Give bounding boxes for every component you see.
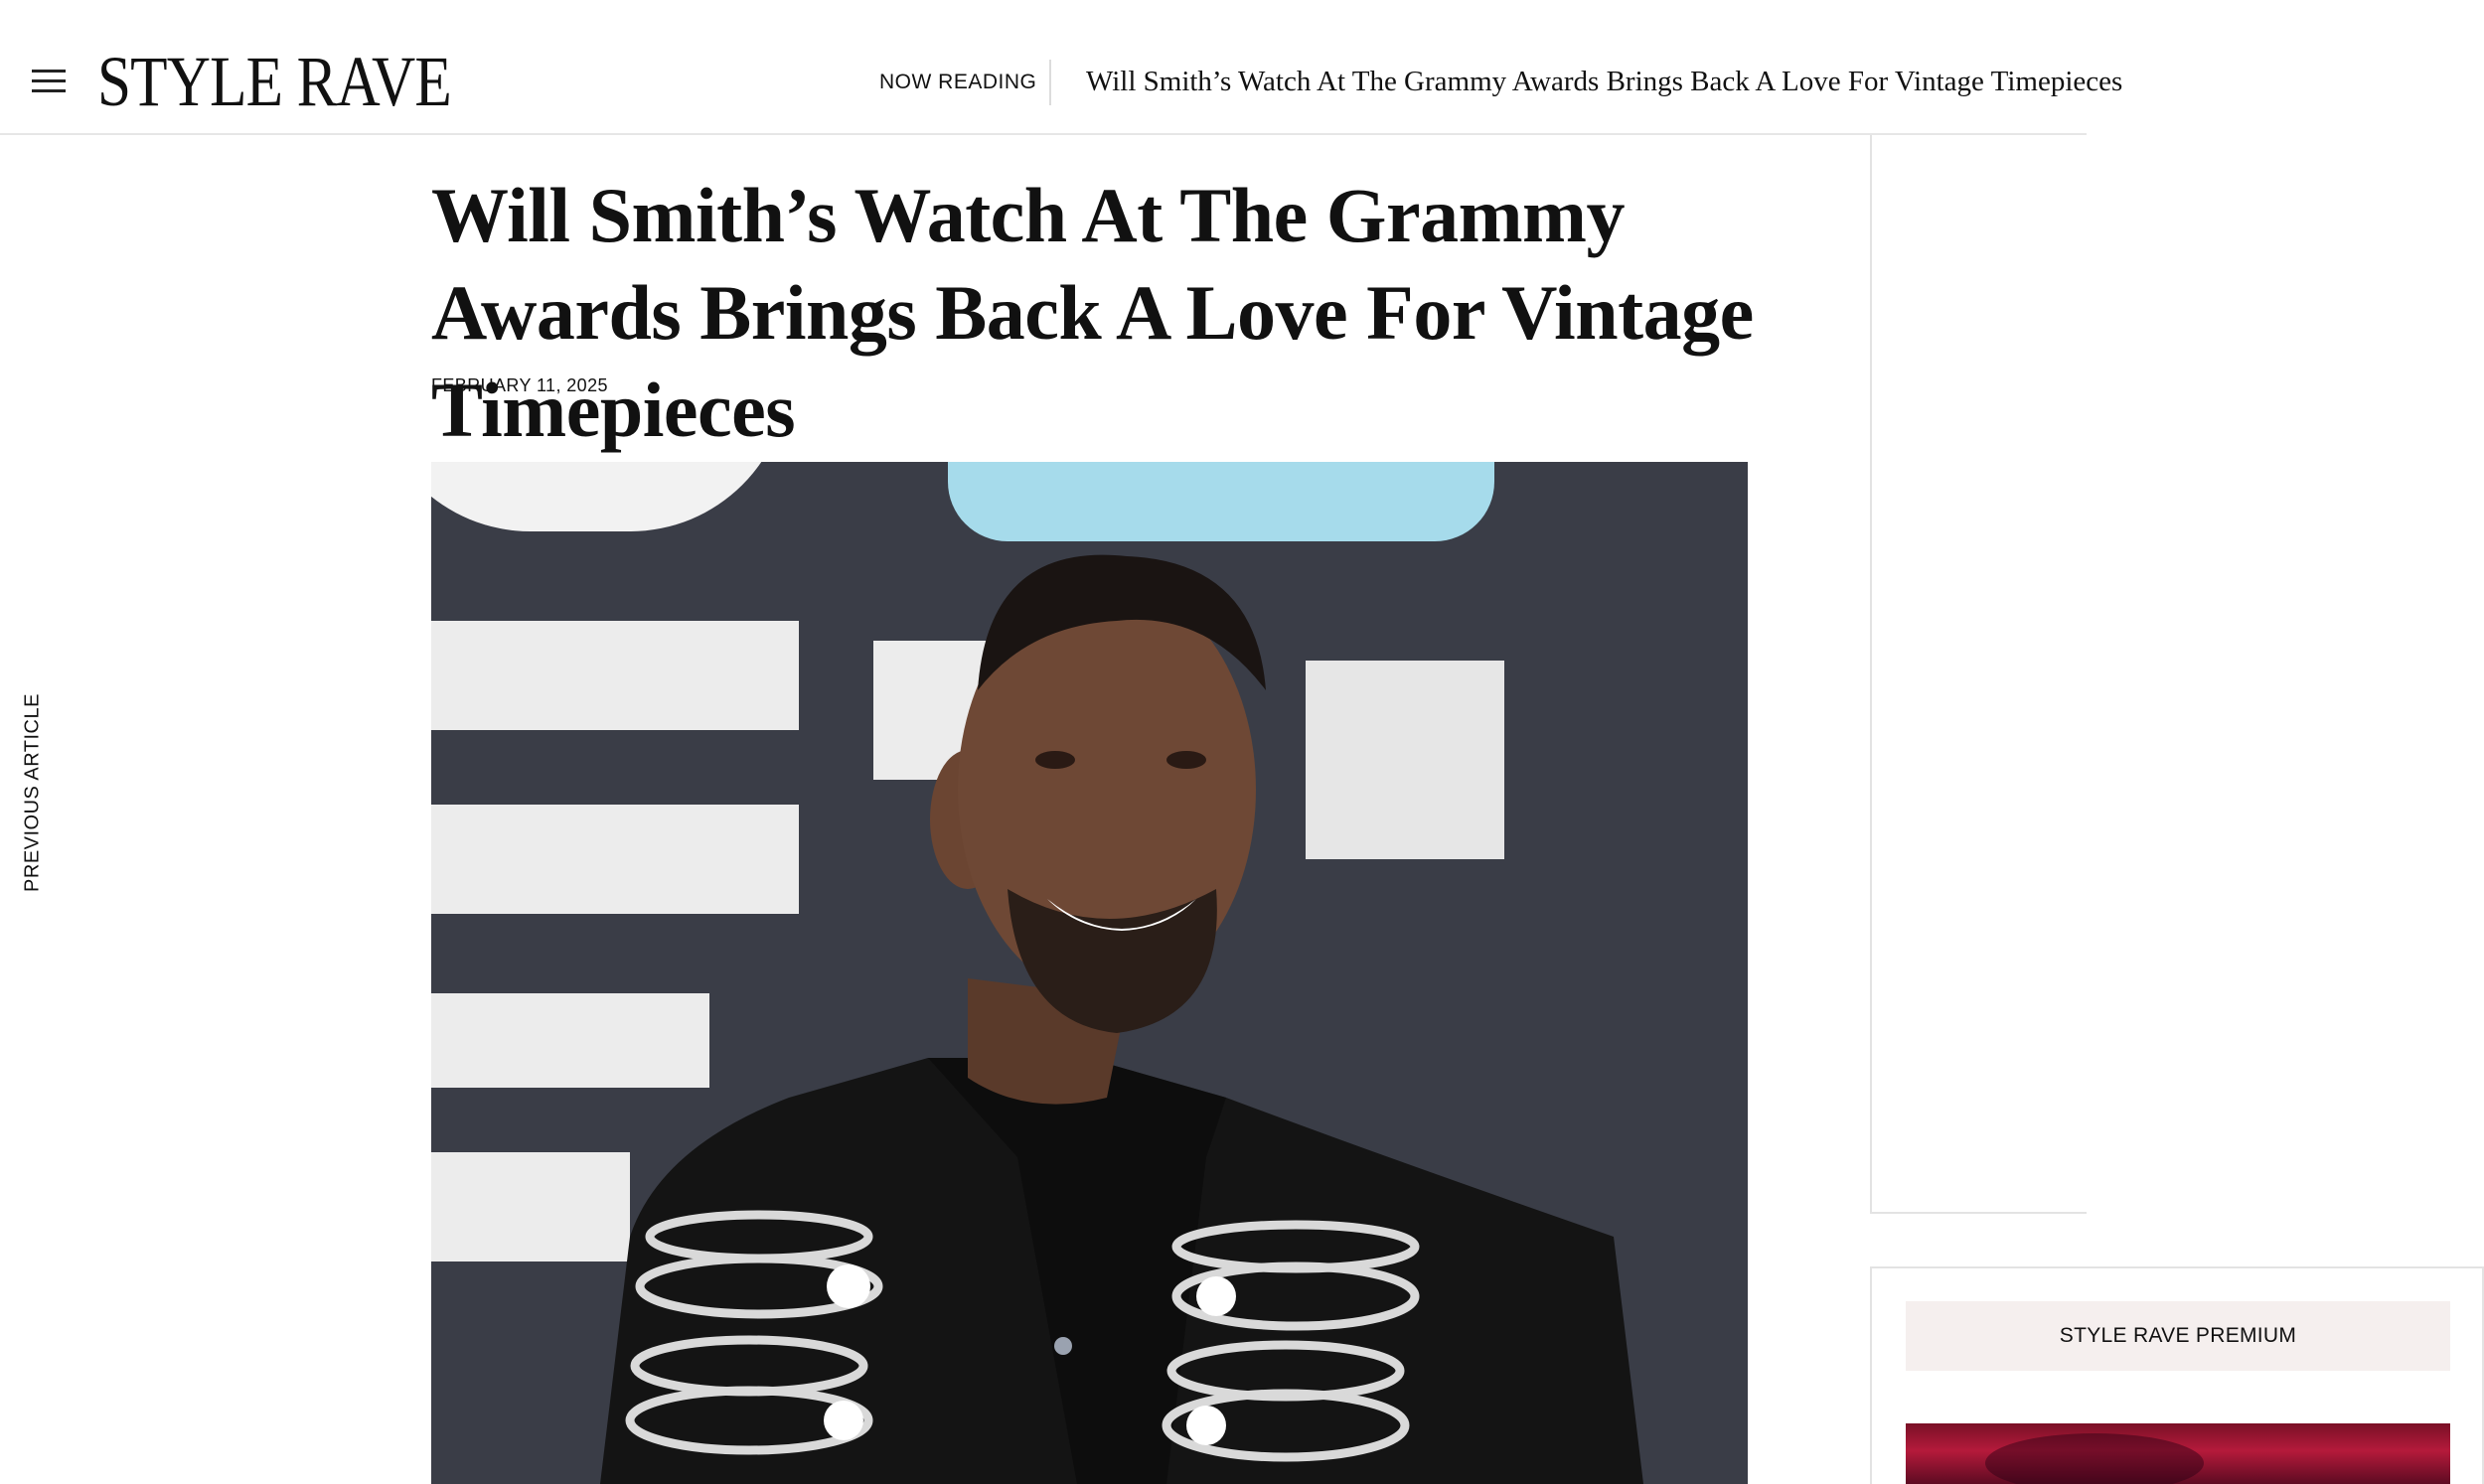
now-reading-title[interactable]: Will Smith’s Watch At The Grammy Awards … <box>1086 64 2122 99</box>
hamburger-menu-icon[interactable] <box>32 70 66 93</box>
premium-label[interactable]: STYLE RAVE PREMIUM <box>1906 1301 2450 1371</box>
hero-image <box>431 462 1748 1484</box>
article-date: FEBRUARY 11, 2025 <box>431 375 608 395</box>
now-reading-divider <box>1049 60 1051 105</box>
site-logo[interactable]: STYLE RAVE <box>97 46 452 117</box>
previous-article-link[interactable]: PREVIOUS ARTICLE <box>22 693 45 892</box>
now-reading-label: NOW READING <box>879 71 1037 93</box>
menu-line <box>32 70 66 73</box>
menu-line <box>32 79 66 82</box>
ad-frame <box>1870 135 2087 1214</box>
site-header: STYLE RAVE NOW READING Will Smith’s Watc… <box>0 0 2122 135</box>
person-illustration <box>600 554 1643 1484</box>
premium-thumbnail[interactable] <box>1906 1423 2450 1484</box>
article-title: Will Smith’s Watch At The Grammy Awards … <box>431 172 1754 453</box>
menu-line <box>32 89 66 92</box>
